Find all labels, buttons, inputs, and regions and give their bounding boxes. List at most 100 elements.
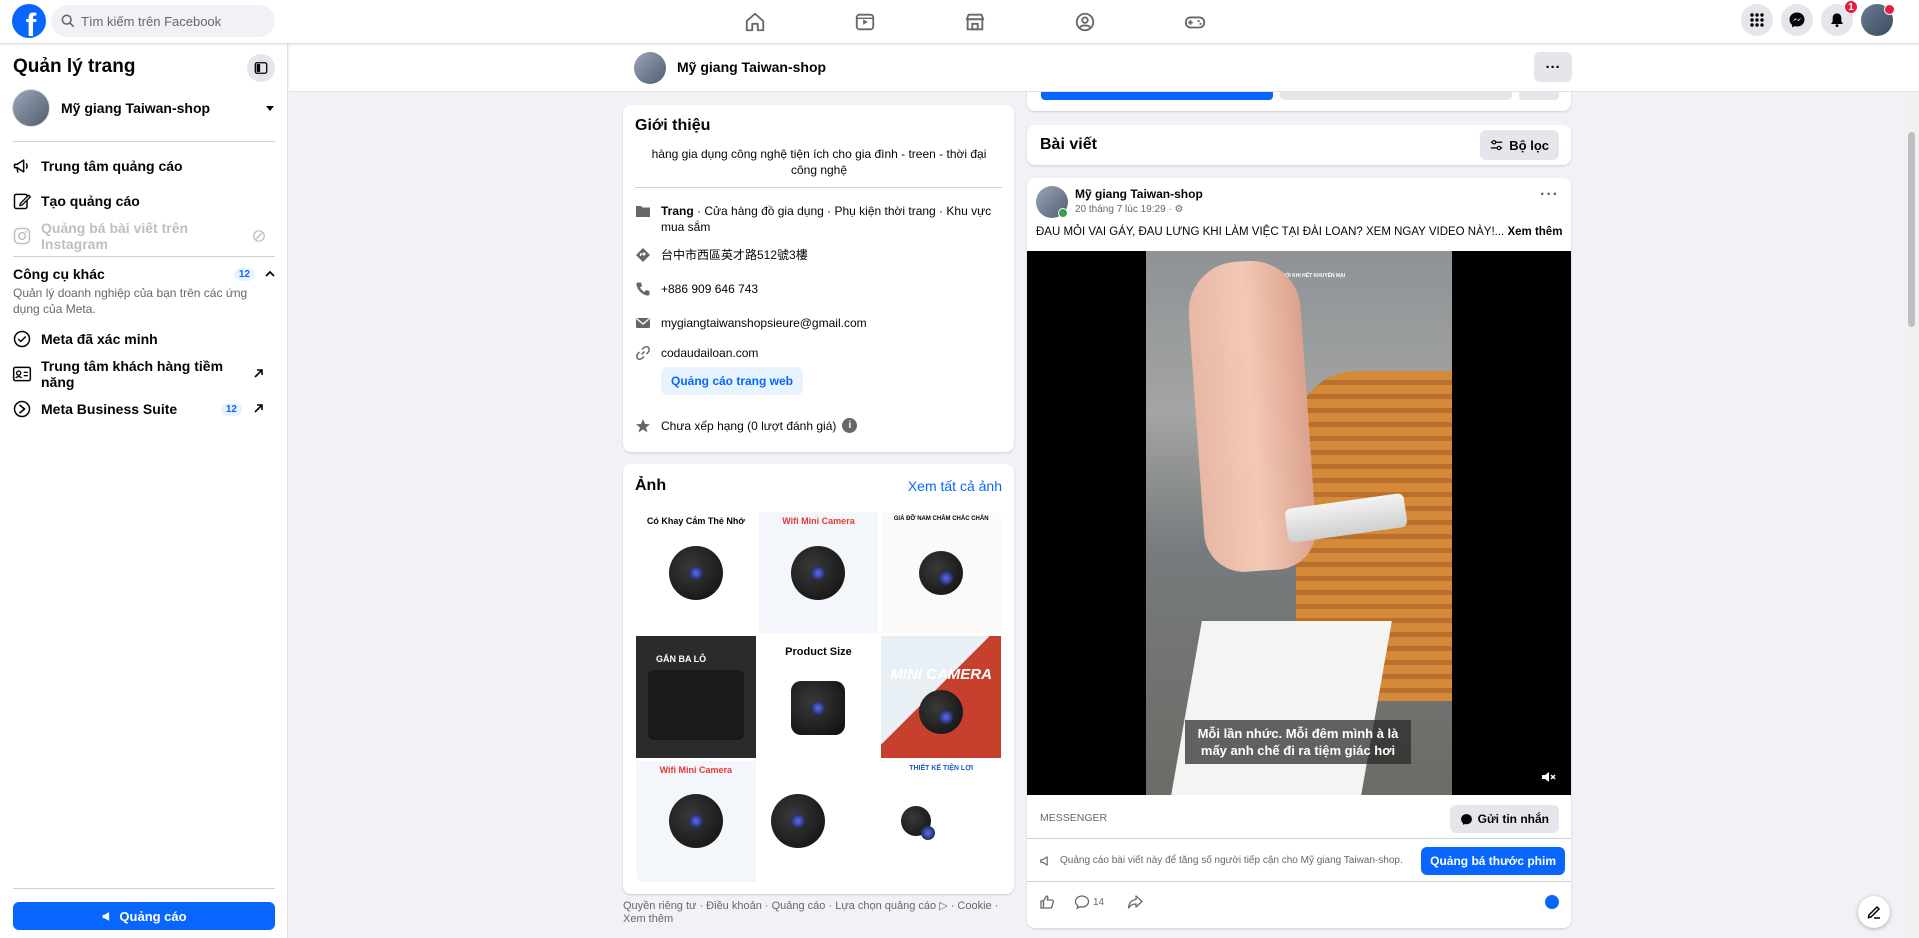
page-avatar[interactable] (634, 52, 666, 84)
info-icon[interactable]: i (842, 418, 858, 433)
nav-groups[interactable] (1030, 0, 1140, 44)
post-options-button[interactable]: ··· (1540, 186, 1559, 204)
post-timestamp[interactable]: 20 tháng 7 lúc 19:29 · ⚙ (1075, 204, 1183, 215)
leads-icon (12, 364, 36, 384)
page-name[interactable]: Mỹ giang Taiwan-shop (677, 59, 826, 75)
photo-thumbnail[interactable]: Wifi Mini Camera (758, 512, 879, 634)
menu-button[interactable] (1741, 4, 1773, 36)
megaphone-icon (1039, 854, 1053, 868)
page-scrollbar[interactable] (1904, 44, 1919, 938)
phone-icon (635, 281, 651, 297)
photo-thumbnail[interactable] (758, 760, 879, 882)
messenger-icon (1788, 11, 1806, 29)
sidebar-item-ad-center[interactable]: Trung tâm quảng cáo (12, 150, 276, 182)
category-text: · Cửa hàng đồ gia dụng · Phụ kiện thời t… (661, 204, 992, 234)
photo-thumbnail[interactable]: Wifi Mini Camera (636, 760, 756, 882)
see-all-photos-link[interactable]: Xem tất cả ảnh (908, 478, 1002, 494)
page-switcher[interactable]: Mỹ giang Taiwan-shop (12, 88, 276, 128)
disabled-icon (252, 229, 276, 243)
sidebar-item-label: Meta Business Suite (41, 401, 178, 417)
info-email: mygiangtaiwanshopsieure@gmail.com (635, 315, 1005, 331)
post-author-name[interactable]: Mỹ giang Taiwan-shop (1075, 187, 1203, 201)
sidebar-item-leads-center[interactable]: Trung tâm khách hàng tiềm năng (12, 358, 276, 390)
search-input[interactable] (81, 13, 261, 29)
nav-home[interactable] (700, 0, 810, 44)
other-tools-section: Công cụ khác 12 Quản lý doanh nghiệp của… (13, 266, 275, 317)
website-text[interactable]: codaudailoan.com (661, 345, 758, 361)
share-icon (1127, 894, 1143, 910)
sidebar-item-label: Tạo quảng cáo (41, 193, 140, 209)
camera-image (901, 806, 936, 841)
post-body: ĐAU MỎI VAI GÁY, ĐAU LƯNG KHI LÀM VIỆC T… (1036, 226, 1505, 238)
business-suite-count: 12 (220, 402, 242, 416)
sidebar-divider (13, 256, 275, 257)
external-link-icon (252, 403, 276, 415)
photo-thumbnail[interactable]: GIÁ ĐỠ NAM CHÂM CHẮC CHẮN (881, 512, 1001, 634)
sidebar-item-instagram-boost[interactable]: Quảng bá bài viết trên Instagram (12, 220, 276, 252)
camera-image (919, 550, 964, 595)
share-button[interactable] (1127, 894, 1143, 910)
nav-video[interactable] (810, 0, 920, 44)
sidebar-item-label: Quảng bá bài viết trên Instagram (41, 220, 189, 252)
groups-icon (1074, 11, 1096, 33)
filter-button[interactable]: Bộ lọc (1480, 130, 1559, 160)
rating-text: Chưa xếp hạng (0 lượt đánh giá) (661, 419, 837, 433)
post-video[interactable]: GIÁ CÓ THỂ THAY ĐỔI KHI HẾT KHUYẾN MẠI M… (1027, 251, 1571, 795)
sidebar-item-create-ad[interactable]: Tạo quảng cáo (12, 185, 276, 217)
muted-speaker-icon (1541, 769, 1557, 785)
instagram-icon (12, 226, 36, 246)
photos-card: Ảnh Xem tất cả ảnh Có Khay Cắm Thẻ Nhớ W… (623, 464, 1014, 894)
photo-thumbnail[interactable]: Có Khay Cắm Thẻ Nhớ (636, 512, 756, 634)
meta-business-icon (12, 399, 36, 419)
nav-gaming[interactable] (1140, 0, 1250, 44)
new-message-button[interactable] (1858, 896, 1890, 928)
verified-icon (12, 329, 36, 349)
other-tools-header[interactable]: Công cụ khác 12 (13, 266, 275, 282)
boost-row: Quảng cáo bài viết này để tăng số người … (1027, 840, 1571, 882)
account-avatar[interactable] (1861, 4, 1895, 36)
collapse-sidebar-button[interactable] (247, 54, 275, 82)
facebook-logo-icon[interactable]: f (12, 4, 46, 38)
send-message-button[interactable]: Gửi tin nhắn (1449, 805, 1559, 833)
boost-text: Quảng cáo bài viết này để tăng số người … (1060, 855, 1403, 866)
chevron-up-icon (265, 269, 275, 279)
sidebar-item-business-suite[interactable]: Meta Business Suite 12 (12, 393, 276, 425)
messenger-icon (1460, 813, 1473, 826)
messenger-label: MESSENGER (1040, 812, 1108, 824)
page-switcher-name: Mỹ giang Taiwan-shop (61, 100, 211, 116)
page-sticky-header: Mỹ giang Taiwan-shop ··· (289, 44, 1919, 92)
megaphone-icon (12, 156, 36, 176)
post-text: ĐAU MỎI VAI GÁY, ĐAU LƯNG KHI LÀM VIỆC T… (1036, 226, 1566, 238)
info-rating: Chưa xếp hạng (0 lượt đánh giá) i (635, 418, 1005, 434)
messenger-button[interactable] (1781, 4, 1813, 36)
search-box[interactable] (51, 5, 275, 37)
photo-thumbnail[interactable]: GẮN BA LÔ (636, 636, 756, 758)
more-icon: ··· (1545, 58, 1561, 76)
comment-button[interactable]: 14 (1074, 894, 1104, 910)
filter-label: Bộ lọc (1509, 137, 1549, 153)
photo-thumbnail[interactable]: MINI CAMERA (881, 636, 1001, 758)
post-actions: 14 (1027, 884, 1571, 920)
photo-thumbnail[interactable]: THIẾT KẾ TIỆN LỢI (881, 760, 1001, 882)
email-icon (635, 315, 651, 331)
nav-marketplace[interactable] (920, 0, 1030, 44)
top-navigation-bar: f 1 (0, 0, 1919, 44)
website-ad-button[interactable]: Quảng cáo trang web (661, 367, 804, 395)
page-more-button[interactable]: ··· (1534, 52, 1572, 82)
email-text[interactable]: mygiangtaiwanshopsieure@gmail.com (661, 315, 867, 331)
sidebar-item-meta-verified[interactable]: Meta đã xác minh (12, 323, 276, 355)
boost-reel-button[interactable]: Quảng bá thước phim (1421, 847, 1565, 875)
footer-links[interactable]: Quyền riêng tư · Điều khoản · Quảng cáo … (623, 900, 1014, 926)
mute-button[interactable] (1541, 769, 1557, 785)
like-button[interactable] (1039, 894, 1055, 910)
other-tools-title: Công cụ khác (13, 266, 105, 282)
scrollbar-thumb[interactable] (1908, 132, 1915, 327)
see-more-link[interactable]: Xem thêm (1507, 226, 1562, 238)
video-box (1170, 621, 1392, 795)
camera-image (771, 794, 826, 849)
post-author-avatar[interactable] (1036, 186, 1068, 218)
photo-thumbnail[interactable]: Product Size (758, 636, 879, 758)
create-ad-button[interactable]: Quảng cáo (13, 902, 275, 930)
notifications-button[interactable]: 1 (1821, 0, 1858, 36)
marketplace-icon (964, 11, 986, 33)
